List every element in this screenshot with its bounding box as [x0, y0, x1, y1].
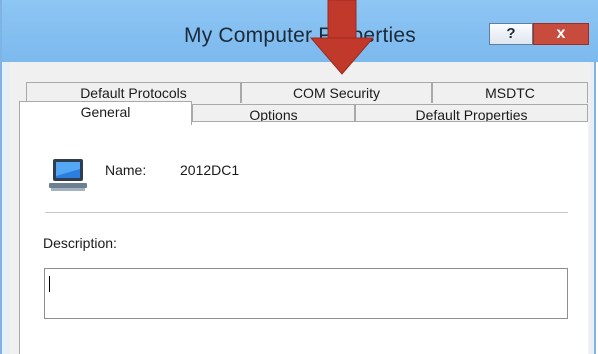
title-bar: My Computer Properties ? x: [2, 0, 598, 62]
tab-general[interactable]: General: [19, 101, 192, 125]
help-button[interactable]: ?: [489, 23, 533, 45]
name-label: Name:: [105, 162, 147, 178]
separator: [45, 212, 568, 213]
computer-name-value: 2012DC1: [180, 162, 240, 178]
tab-com-security[interactable]: COM Security: [241, 82, 432, 103]
computer-monitor-icon: [49, 159, 87, 191]
red-down-arrow-icon: [309, 0, 375, 75]
description-label: Description:: [43, 235, 117, 251]
tab-msdtc[interactable]: MSDTC: [432, 82, 588, 103]
description-field[interactable]: [44, 268, 568, 319]
close-button[interactable]: x: [533, 23, 589, 45]
text-caret: [49, 276, 50, 292]
tab-default-protocols[interactable]: Default Protocols: [26, 82, 241, 103]
